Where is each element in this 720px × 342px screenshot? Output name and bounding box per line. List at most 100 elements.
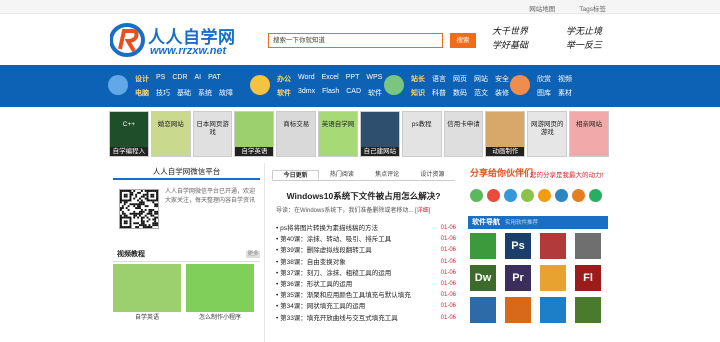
nav-link[interactable]: Word	[298, 74, 315, 84]
banner-ad[interactable]: 相亲网站	[569, 111, 609, 157]
news-title[interactable]: • 第37课：刻刀、涂抹、粗糙工具的运用	[276, 268, 391, 279]
nav-link[interactable]: PS	[156, 74, 165, 84]
nav-link[interactable]: 软件	[277, 88, 291, 98]
nav-link[interactable]: 3dmx	[298, 88, 315, 98]
news-title[interactable]: • 第36课：形状工具的运用	[276, 279, 352, 290]
banner-ad[interactable]: C++ 自学编程入门	[109, 111, 149, 157]
tab-comments[interactable]: 焦点评论	[365, 170, 410, 180]
nav-link[interactable]: 欣赏	[537, 74, 551, 84]
banner-ad[interactable]: 网游网页的游戏	[527, 111, 568, 157]
software-icon[interactable]: Fl	[575, 265, 601, 291]
featured-title[interactable]: Windows10系统下文件被占用怎么解决?	[272, 190, 455, 202]
news-title[interactable]: • 第34课：网状填充工具的运用	[276, 301, 365, 312]
news-item[interactable]: • 第34课：网状填充工具的运用 01-06	[276, 301, 456, 312]
nav-link[interactable]: PPT	[346, 74, 360, 84]
nav-link[interactable]: 素材	[558, 88, 572, 98]
share-icon[interactable]	[487, 189, 500, 202]
software-icon[interactable]	[540, 265, 566, 291]
sitemap-link[interactable]: 网站地图	[529, 3, 555, 13]
news-item[interactable]: • 第38课：自由变换对象 01-06	[276, 257, 456, 268]
banner-ad[interactable]: 英语自学网	[318, 111, 358, 157]
nav-link[interactable]: 装修	[495, 88, 509, 98]
search-button[interactable]: 搜索	[450, 33, 476, 48]
share-icon[interactable]	[538, 189, 551, 202]
software-icon[interactable]	[505, 297, 531, 323]
software-icon[interactable]: Dw	[470, 265, 496, 291]
nav-link[interactable]: 办公	[277, 74, 291, 84]
share-icon[interactable]	[589, 189, 602, 202]
nav-link[interactable]: 安全	[495, 74, 509, 84]
nav-link[interactable]: PAT	[208, 74, 221, 84]
video-caption[interactable]: 怎么制作小程序	[186, 312, 254, 321]
nav-link[interactable]: 视频	[558, 74, 572, 84]
tab-popular[interactable]: 热门阅读	[319, 170, 364, 180]
video-thumb[interactable]	[113, 264, 181, 312]
share-icon[interactable]	[521, 189, 534, 202]
software-icon[interactable]: Ps	[505, 233, 531, 259]
software-icon[interactable]	[540, 297, 566, 323]
nav-link[interactable]: 电脑	[135, 88, 149, 98]
nav-link[interactable]: 网站	[474, 74, 488, 84]
software-icon[interactable]	[575, 233, 601, 259]
banner-ad[interactable]: 信用卡申请	[443, 111, 484, 157]
software-icon[interactable]: Pr	[505, 265, 531, 291]
news-title[interactable]: • 第33课：填充开放曲线与交互式填充工具	[276, 313, 398, 324]
nav-link[interactable]: 设计	[135, 74, 149, 84]
news-item[interactable]: • 第37课：刻刀、涂抹、粗糙工具的运用 01-06	[276, 268, 456, 279]
nav-link[interactable]: 系统	[198, 88, 212, 98]
nav-link[interactable]: 图库	[537, 88, 551, 98]
banner-ad[interactable]: 商标交易	[276, 111, 317, 157]
nav-link[interactable]: Flash	[322, 88, 339, 98]
news-title[interactable]: • 第40课：涂抹、转动、吸引、排斥工具	[276, 234, 391, 245]
software-icon[interactable]	[540, 233, 566, 259]
nav-link[interactable]: 语言	[432, 74, 446, 84]
news-item[interactable]: • 第39课：删除虚拟线段翻转工具 01-06	[276, 245, 456, 256]
video-thumb[interactable]	[186, 264, 254, 312]
nav-link[interactable]: 范文	[474, 88, 488, 98]
share-icon[interactable]	[504, 189, 517, 202]
banner-ad[interactable]: 婚恋网站	[150, 111, 191, 157]
search-input[interactable]	[269, 34, 442, 47]
news-item[interactable]: • 第35课：渐聚和应用颜色工具填充与默认填充 01-06	[276, 290, 456, 301]
share-icon[interactable]	[470, 189, 483, 202]
nav-link[interactable]: 知识	[411, 88, 425, 98]
nav-link[interactable]: 故障	[219, 88, 233, 98]
nav-link[interactable]: AI	[195, 74, 202, 84]
tags-link[interactable]: Tags标签	[579, 3, 606, 13]
video-caption[interactable]: 自学英语	[113, 312, 181, 321]
software-icon[interactable]	[470, 233, 496, 259]
banner-ad[interactable]: 自己建网站	[359, 111, 400, 157]
news-item[interactable]: • 第33课：填充开放曲线与交互式填充工具 01-06	[276, 313, 456, 324]
nav-link[interactable]: 技巧	[156, 88, 170, 98]
nav-link[interactable]: 软件	[368, 88, 382, 98]
news-item[interactable]: • 第40课：涂抹、转动、吸引、排斥工具 01-06	[276, 234, 456, 245]
nav-link[interactable]: 数码	[453, 88, 467, 98]
nav-link[interactable]: 科普	[432, 88, 446, 98]
news-title[interactable]: • 第39课：删除虚拟线段翻转工具	[276, 245, 372, 256]
share-icon[interactable]	[555, 189, 568, 202]
news-item[interactable]: • ps将将图片转换为素描线稿的方法 01-06	[276, 223, 456, 234]
nav-link[interactable]: CAD	[346, 88, 361, 98]
tab-today[interactable]: 今日更新	[272, 170, 320, 180]
nav-link[interactable]: CDR	[172, 74, 187, 84]
site-logo[interactable]: 人人自学网 www.rrzxw.net	[110, 21, 250, 61]
news-item[interactable]: • 第36课：形状工具的运用 01-06	[276, 279, 456, 290]
banner-ad[interactable]: 自学英语	[234, 111, 275, 157]
featured-more-link[interactable]: [详细]	[415, 208, 430, 214]
nav-link[interactable]: 基础	[177, 88, 191, 98]
software-icon[interactable]	[575, 297, 601, 323]
banner-ad[interactable]: 动画制作	[485, 111, 526, 157]
video-more-link[interactable]: 更多	[246, 251, 260, 258]
nav-link[interactable]: Excel	[322, 74, 339, 84]
news-title[interactable]: • ps将将图片转换为素描线稿的方法	[276, 223, 378, 234]
tab-resources[interactable]: 设计资源	[410, 170, 455, 180]
nav-link[interactable]: WPS	[366, 74, 382, 84]
banner-ad[interactable]: ps教程	[401, 111, 442, 157]
software-icon[interactable]	[470, 297, 496, 323]
nav-link[interactable]: 站长	[411, 74, 425, 84]
news-title[interactable]: • 第38课：自由变换对象	[276, 257, 346, 268]
news-title[interactable]: • 第35课：渐聚和应用颜色工具填充与默认填充	[276, 290, 411, 301]
banner-ad[interactable]: 日本网页游戏	[192, 111, 233, 157]
nav-link[interactable]: 网页	[453, 74, 467, 84]
share-icon[interactable]	[572, 189, 585, 202]
